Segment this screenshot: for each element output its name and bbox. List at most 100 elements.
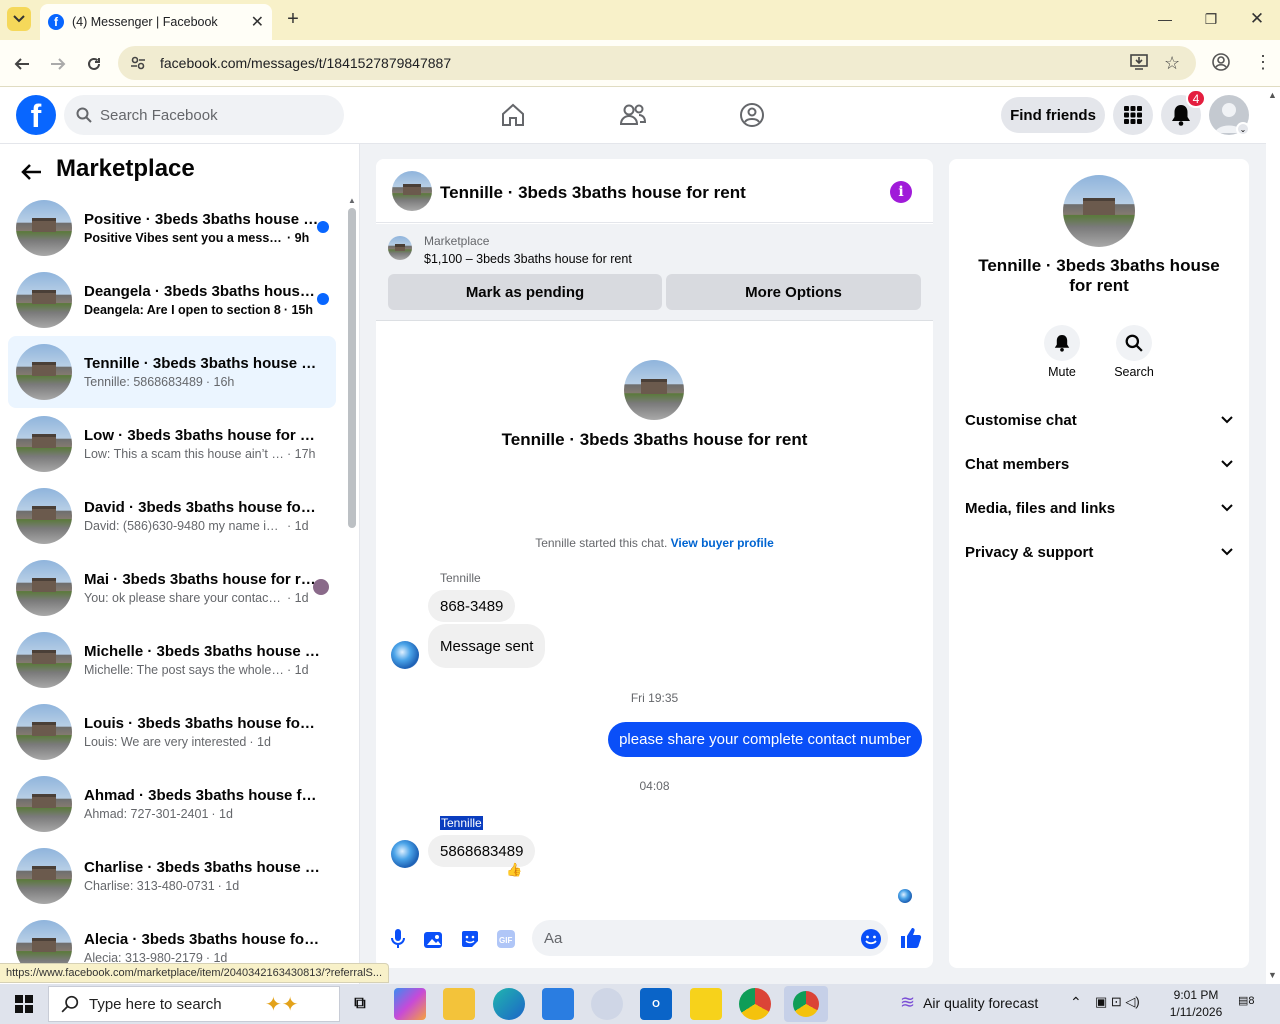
timestamp: 04:08 [639, 779, 670, 793]
conversation-item[interactable]: Positive · 3beds 3baths house for rent Po… [8, 192, 336, 264]
unread-dot [317, 293, 329, 305]
conversation-item[interactable]: Charlise · 3beds 3baths house for rent Ch… [8, 840, 336, 912]
conversation-text: Low · 3beds 3baths house for rent Low: Th… [84, 427, 320, 461]
task-view-icon[interactable]: ⧉ [344, 988, 376, 1020]
message-text-field[interactable] [544, 929, 844, 947]
scroll-down-icon[interactable]: ▼ [1268, 970, 1277, 980]
tray-icons[interactable]: ▣ ⊡ ◁) [1095, 994, 1140, 1010]
browser-menu-icon[interactable]: ⋮ [1254, 53, 1272, 71]
listing-thumbnail[interactable] [388, 236, 412, 260]
browser-tab[interactable]: f (4) Messenger | Facebook ✕ [40, 4, 272, 40]
microsoft-store-icon[interactable] [542, 988, 574, 1020]
info-section-row[interactable]: Media, files and links [965, 490, 1233, 526]
profile-icon[interactable] [1212, 53, 1230, 71]
outlook-icon[interactable]: O [640, 988, 672, 1020]
edge-icon[interactable] [493, 988, 525, 1020]
conversation-item[interactable]: Deangela · 3beds 3baths house for rent De… [8, 264, 336, 336]
conversation-scroll-thumb[interactable] [348, 208, 356, 528]
show-hidden-icons-icon[interactable]: ⌃ [1070, 994, 1082, 1011]
view-buyer-profile-link[interactable]: View buyer profile [671, 536, 774, 550]
taskbar-clock[interactable]: 9:01 PM 1/11/2026 [1160, 987, 1232, 1021]
mute-label[interactable]: Mute [1032, 365, 1092, 379]
back-arrow-icon[interactable] [20, 160, 44, 184]
new-tab-icon[interactable]: + [282, 8, 304, 30]
windows-start-icon[interactable] [0, 984, 48, 1024]
install-app-icon[interactable] [1130, 54, 1148, 70]
message-input[interactable] [532, 920, 888, 956]
search-in-chat-icon[interactable] [1116, 325, 1152, 361]
conversation-item[interactable]: Low · 3beds 3baths house for rent Low: Th… [8, 408, 336, 480]
info-icon[interactable]: i [890, 181, 912, 203]
list-scroll-up-icon[interactable]: ▲ [348, 196, 356, 205]
emoji-icon[interactable] [860, 928, 882, 950]
incoming-message[interactable]: Message sent [428, 624, 546, 668]
conversation-preview: Michelle: The post says the whole house [84, 663, 284, 677]
taskbar-search-input[interactable] [89, 995, 259, 1013]
info-section-row[interactable]: Privacy & support [965, 534, 1233, 570]
conversation-time: · 1d [211, 807, 233, 821]
account-chevron-icon[interactable]: ⌄ [1236, 122, 1250, 136]
info-section-row[interactable]: Customise chat [965, 402, 1233, 438]
back-icon[interactable] [10, 52, 34, 76]
home-icon[interactable] [498, 100, 528, 130]
chrome-icon[interactable] [739, 988, 771, 1020]
conversation-item[interactable]: David · 3beds 3baths house for rent David… [8, 480, 336, 552]
page-scrollbar[interactable] [1266, 87, 1280, 984]
find-friends-button[interactable]: Find friends [1001, 97, 1105, 133]
restore-icon[interactable]: ❐ [1196, 6, 1226, 32]
listing-price[interactable]: $1,100 – 3beds 3baths house for rent [424, 252, 632, 266]
info-avatar[interactable] [1063, 175, 1135, 247]
friends-icon[interactable] [618, 100, 648, 130]
site-settings-icon[interactable] [130, 55, 146, 71]
close-window-icon[interactable]: ✕ [1242, 6, 1272, 32]
chat-profile-avatar[interactable] [624, 360, 684, 420]
minimize-icon[interactable]: — [1150, 6, 1180, 32]
outgoing-message[interactable]: please share your complete contact numbe… [608, 722, 922, 757]
chat-title[interactable]: Tennille · 3beds 3baths house for rent [440, 183, 746, 203]
sender-name: Tennille [440, 571, 481, 585]
forward-icon[interactable] [46, 52, 70, 76]
conversation-item[interactable]: Louis · 3beds 3baths house for rent Louis… [8, 696, 336, 768]
sticky-notes-icon[interactable] [690, 988, 722, 1020]
conversation-item[interactable]: Michelle · 3beds 3baths house for rent Mi… [8, 624, 336, 696]
microphone-icon[interactable] [387, 928, 409, 950]
info-section-row[interactable]: Chat members [965, 446, 1233, 482]
weather-widget[interactable]: ≋ Air quality forecast [900, 992, 1038, 1013]
like-thumb-icon[interactable] [899, 926, 923, 950]
app-icon[interactable] [591, 988, 623, 1020]
sender-avatar[interactable] [391, 641, 419, 669]
sticker-icon[interactable] [459, 928, 481, 950]
tab-search-dropdown-icon[interactable] [7, 7, 31, 31]
incoming-message[interactable]: 868-3489 [428, 590, 516, 622]
conversation-avatar [16, 200, 72, 256]
chrome-active-window[interactable] [784, 986, 828, 1022]
reload-icon[interactable] [82, 52, 106, 76]
file-explorer-icon[interactable] [443, 988, 475, 1020]
notification-center-icon[interactable]: ▤8 [1238, 994, 1262, 1014]
tab-close-icon[interactable]: ✕ [251, 12, 264, 32]
conversation-item[interactable]: Tennille · 3beds 3baths house for rent Te… [8, 336, 336, 408]
facebook-search-input[interactable] [100, 106, 320, 124]
menu-grid-icon[interactable] [1113, 95, 1153, 135]
thumbs-up-reaction[interactable]: 👍 [506, 862, 522, 878]
taskbar-search[interactable]: ✦✦ [48, 986, 340, 1022]
mark-as-pending-button[interactable]: Mark as pending [388, 274, 662, 310]
timestamp: Fri 19:35 [630, 691, 679, 705]
url-text[interactable]: facebook.com/messages/t/1841527879847887 [160, 55, 451, 71]
scroll-up-icon[interactable]: ▲ [1268, 90, 1277, 100]
chat-avatar[interactable] [392, 171, 432, 211]
more-options-button[interactable]: More Options [666, 274, 921, 310]
mute-bell-icon[interactable] [1044, 325, 1080, 361]
conversation-item[interactable]: Ahmad · 3beds 3baths house for rent Ahmad… [8, 768, 336, 840]
bookmark-star-icon[interactable]: ☆ [1164, 53, 1180, 74]
conversation-item[interactable]: Mai · 3beds 3baths house for rent You: ok… [8, 552, 336, 624]
omnibox[interactable]: facebook.com/messages/t/1841527879847887 [118, 46, 1196, 80]
facebook-search[interactable] [64, 95, 344, 135]
facebook-logo[interactable]: f [16, 95, 56, 135]
copilot-icon[interactable] [394, 988, 426, 1020]
search-label[interactable]: Search [1104, 365, 1164, 379]
sender-avatar[interactable] [391, 840, 419, 868]
groups-icon[interactable] [737, 100, 767, 130]
gif-icon[interactable]: GIF [495, 928, 517, 950]
photo-icon[interactable] [423, 928, 445, 950]
